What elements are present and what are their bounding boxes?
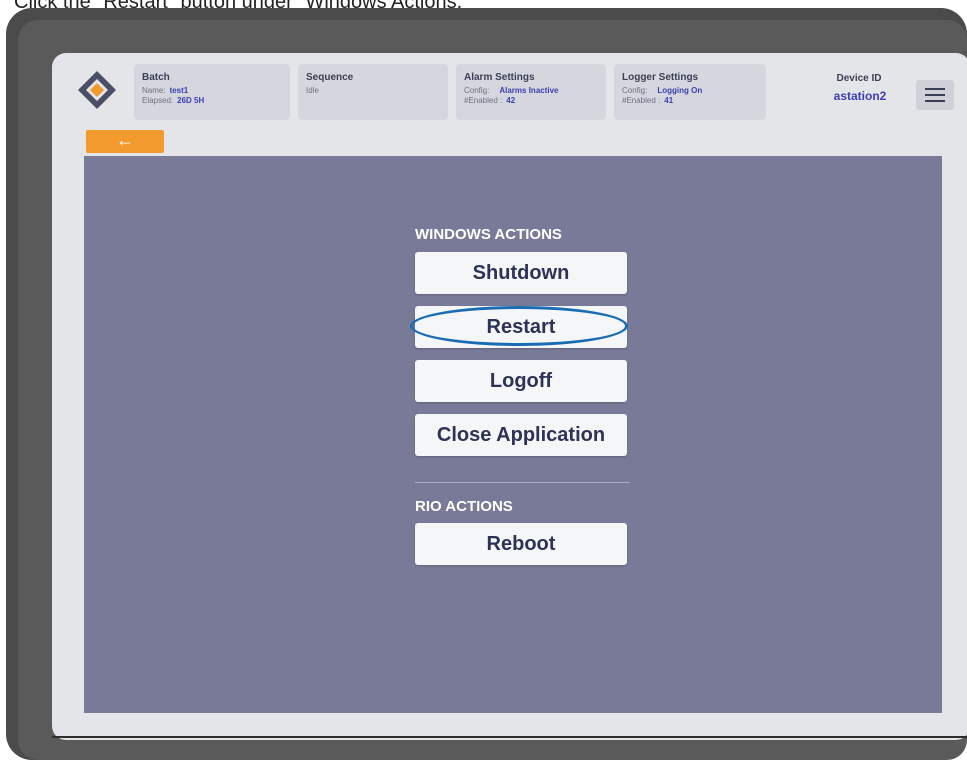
logger-settings-title: Logger Settings (622, 72, 699, 83)
logger-settings-card[interactable]: Logger Settings Config: Logging On #Enabl… (614, 64, 766, 120)
sequence-card[interactable]: Sequence Idle (298, 64, 448, 120)
tablet-frame: Batch Name: test1 Elapsed: 26D 5H Sequence… (6, 8, 967, 760)
section-divider (415, 482, 630, 483)
alarm-config-label: Config: (464, 86, 490, 95)
logoff-button[interactable]: Logoff (415, 360, 627, 402)
batch-name-label: Name: (142, 86, 166, 95)
back-button[interactable]: ← (86, 130, 164, 153)
app-logo-icon (78, 71, 116, 109)
device-id-value: astation2 (833, 89, 887, 103)
batch-elapsed-row: Elapsed: 26D 5H (142, 96, 204, 105)
app-screen: Batch Name: test1 Elapsed: 26D 5H Sequence… (52, 53, 967, 740)
arrow-left-icon: ← (116, 130, 134, 150)
batch-title: Batch (142, 72, 170, 83)
logger-config-value: Logging On (657, 86, 703, 95)
alarm-enabled-row: #Enabled :42 (464, 96, 515, 105)
hamburger-menu-icon[interactable] (916, 80, 954, 110)
restart-highlight-annotation (410, 306, 628, 346)
alarm-enabled-label: #Enabled : (464, 96, 503, 105)
windows-actions-heading: WINDOWS ACTIONS (415, 226, 562, 243)
close-application-button[interactable]: Close Application (415, 414, 627, 456)
alarm-settings-card[interactable]: Alarm Settings Config: Alarms Inactive #E… (456, 64, 606, 120)
logger-enabled-value: 41 (664, 96, 674, 105)
rio-actions-heading: RIO ACTIONS (415, 498, 513, 515)
batch-name-value: test1 (169, 86, 189, 95)
alarm-enabled-value: 42 (506, 96, 516, 105)
logger-config-label: Config: (622, 86, 648, 95)
batch-name-row: Name: test1 (142, 86, 188, 95)
tablet-bezel: Batch Name: test1 Elapsed: 26D 5H Sequence… (18, 20, 967, 760)
sequence-status: Idle (306, 86, 319, 95)
logger-enabled-row: #Enabled :41 (622, 96, 673, 105)
alarm-config-row: Config: Alarms Inactive (464, 86, 559, 95)
logger-config-row: Config: Logging On (622, 86, 702, 95)
batch-card[interactable]: Batch Name: test1 Elapsed: 26D 5H (134, 64, 290, 120)
batch-elapsed-value: 26D 5H (177, 96, 205, 105)
logger-enabled-label: #Enabled : (622, 96, 661, 105)
alarm-config-value: Alarms Inactive (499, 86, 559, 95)
actions-panel: WINDOWS ACTIONS Shutdown Restart Logoff … (84, 156, 942, 713)
device-id-title: Device ID (836, 73, 882, 84)
sequence-title: Sequence (306, 72, 354, 83)
reboot-button[interactable]: Reboot (415, 523, 627, 565)
screen-bottom-edge (52, 736, 967, 738)
shutdown-button[interactable]: Shutdown (415, 252, 627, 294)
batch-elapsed-label: Elapsed: (142, 96, 174, 105)
alarm-settings-title: Alarm Settings (464, 72, 535, 83)
